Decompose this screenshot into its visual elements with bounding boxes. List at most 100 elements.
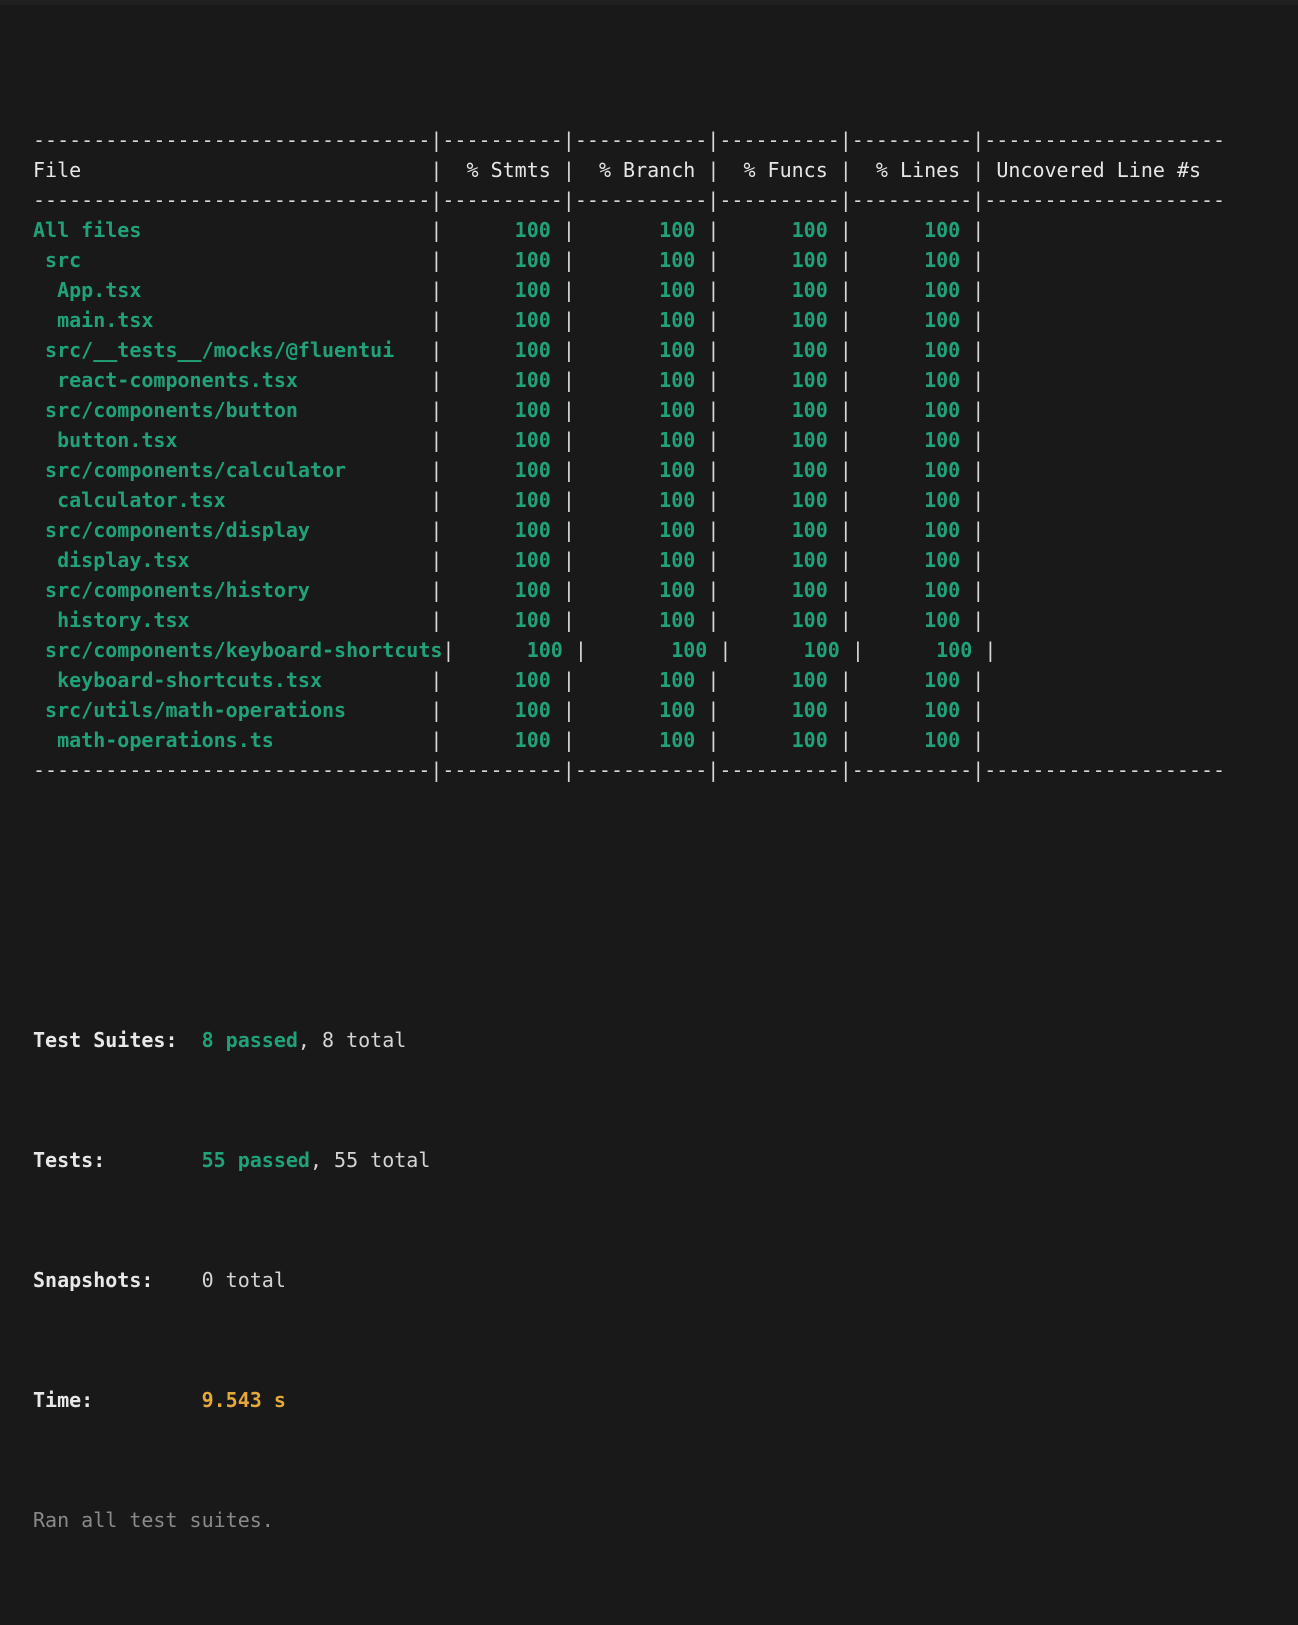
column-divider: |: [430, 338, 443, 362]
cell-funcs: 100: [719, 338, 840, 362]
cell-funcs: 100: [719, 578, 840, 602]
cell-stmts: 100: [442, 488, 563, 512]
cell-lines: 100: [851, 548, 973, 572]
column-divider: |: [562, 308, 575, 332]
coverage-table: ---------------------------------|------…: [0, 125, 1298, 785]
cell-stmts: 100: [442, 728, 563, 752]
column-divider: |: [430, 698, 443, 722]
cell-branch: 100: [574, 608, 708, 632]
cell-file: main.tsx: [33, 308, 431, 332]
cell-lines: 100: [851, 698, 973, 722]
cell-lines: 100: [851, 368, 973, 392]
column-divider: |: [707, 578, 720, 602]
separator-dashes: ---------------------------------|------…: [33, 128, 1226, 152]
column-divider: |: [430, 668, 443, 692]
column-divider: |: [972, 578, 985, 602]
summary-time: Time: 9.543 s: [0, 1385, 1298, 1415]
cell-funcs: 100: [731, 638, 852, 662]
cell-branch: 100: [574, 218, 708, 242]
column-divider: |: [839, 158, 852, 182]
cell-file: math-operations.ts: [33, 728, 431, 752]
cell-file: All files: [33, 218, 431, 242]
cell-stmts: 100: [442, 368, 563, 392]
column-divider: |: [707, 158, 720, 182]
column-divider: |: [972, 248, 985, 272]
cell-lines: 100: [851, 428, 973, 452]
column-divider: |: [839, 728, 852, 752]
summary-test-suites-label: Test Suites:: [33, 1028, 202, 1052]
cell-file: button.tsx: [33, 428, 431, 452]
column-divider: |: [839, 368, 852, 392]
column-divider: |: [839, 338, 852, 362]
terminal-window: ---------------------------------|------…: [0, 0, 1298, 1532]
column-divider: |: [972, 368, 985, 392]
column-divider: |: [707, 518, 720, 542]
table-row: calculator.tsx | 100 | 100 | 100 | 100 |: [0, 485, 1298, 515]
separator-dashes: ---------------------------------|------…: [33, 758, 1226, 782]
table-row: display.tsx | 100 | 100 | 100 | 100 |: [0, 545, 1298, 575]
column-divider: |: [707, 278, 720, 302]
column-divider: |: [430, 728, 443, 752]
cell-branch: 100: [574, 728, 708, 752]
summary-tests-passed: 55 passed: [201, 1148, 310, 1172]
cell-funcs: 100: [719, 698, 840, 722]
cell-branch: 100: [574, 398, 708, 422]
summary-test-suites: Test Suites: 8 passed, 8 total: [0, 1025, 1298, 1055]
column-divider: |: [972, 398, 985, 422]
cell-file: src/components/display: [33, 518, 431, 542]
table-row: src/__tests__/mocks/@fluentui | 100 | 10…: [0, 335, 1298, 365]
cell-file: src/components/keyboard-shortcuts: [33, 638, 443, 662]
table-row: src/utils/math-operations | 100 | 100 | …: [0, 695, 1298, 725]
separator-dashes: ---------------------------------|------…: [33, 188, 1226, 212]
column-divider: |: [574, 638, 587, 662]
cell-file: keyboard-shortcuts.tsx: [33, 668, 431, 692]
column-divider: |: [972, 218, 985, 242]
column-divider: |: [562, 488, 575, 512]
cell-branch: 100: [574, 518, 708, 542]
cell-stmts: 100: [442, 338, 563, 362]
cell-lines: 100: [851, 668, 973, 692]
cell-funcs: 100: [719, 518, 840, 542]
column-divider: |: [430, 248, 443, 272]
cell-stmts: 100: [442, 458, 563, 482]
table-row: react-components.tsx | 100 | 100 | 100 |…: [0, 365, 1298, 395]
column-divider: |: [562, 248, 575, 272]
cell-funcs: 100: [719, 608, 840, 632]
column-divider: |: [839, 578, 852, 602]
column-header-uncovered-line-s: Uncovered Line #s: [984, 158, 1226, 182]
column-divider: |: [972, 728, 985, 752]
cell-branch: 100: [574, 368, 708, 392]
summary-snapshots: Snapshots: 0 total: [0, 1265, 1298, 1295]
cell-funcs: 100: [719, 248, 840, 272]
column-divider: |: [707, 368, 720, 392]
column-divider: |: [562, 608, 575, 632]
cell-file: App.tsx: [33, 278, 431, 302]
cell-lines: 100: [851, 308, 973, 332]
column-divider: |: [430, 218, 443, 242]
cell-branch: 100: [574, 458, 708, 482]
cell-uncovered-lines: [996, 638, 1237, 662]
cell-stmts: 100: [454, 638, 575, 662]
summary-time-label: Time:: [33, 1388, 202, 1412]
table-row: src/components/button | 100 | 100 | 100 …: [0, 395, 1298, 425]
cell-branch: 100: [574, 698, 708, 722]
table-header-row: File | % Stmts | % Branch | % Funcs | % …: [0, 155, 1298, 185]
table-separator-bottom: ---------------------------------|------…: [0, 755, 1298, 785]
table-row: src | 100 | 100 | 100 | 100 |: [0, 245, 1298, 275]
table-row: src/components/display | 100 | 100 | 100…: [0, 515, 1298, 545]
cell-branch: 100: [574, 278, 708, 302]
cell-file: react-components.tsx: [33, 368, 431, 392]
cell-stmts: 100: [442, 248, 563, 272]
column-divider: |: [707, 668, 720, 692]
cell-stmts: 100: [442, 398, 563, 422]
column-divider: |: [430, 368, 443, 392]
column-divider: |: [430, 548, 443, 572]
column-divider: |: [984, 638, 997, 662]
column-divider: |: [972, 338, 985, 362]
column-divider: |: [562, 278, 575, 302]
cell-stmts: 100: [442, 218, 563, 242]
column-divider: |: [839, 548, 852, 572]
cell-lines: 100: [851, 338, 973, 362]
column-divider: |: [839, 218, 852, 242]
table-row: keyboard-shortcuts.tsx | 100 | 100 | 100…: [0, 665, 1298, 695]
